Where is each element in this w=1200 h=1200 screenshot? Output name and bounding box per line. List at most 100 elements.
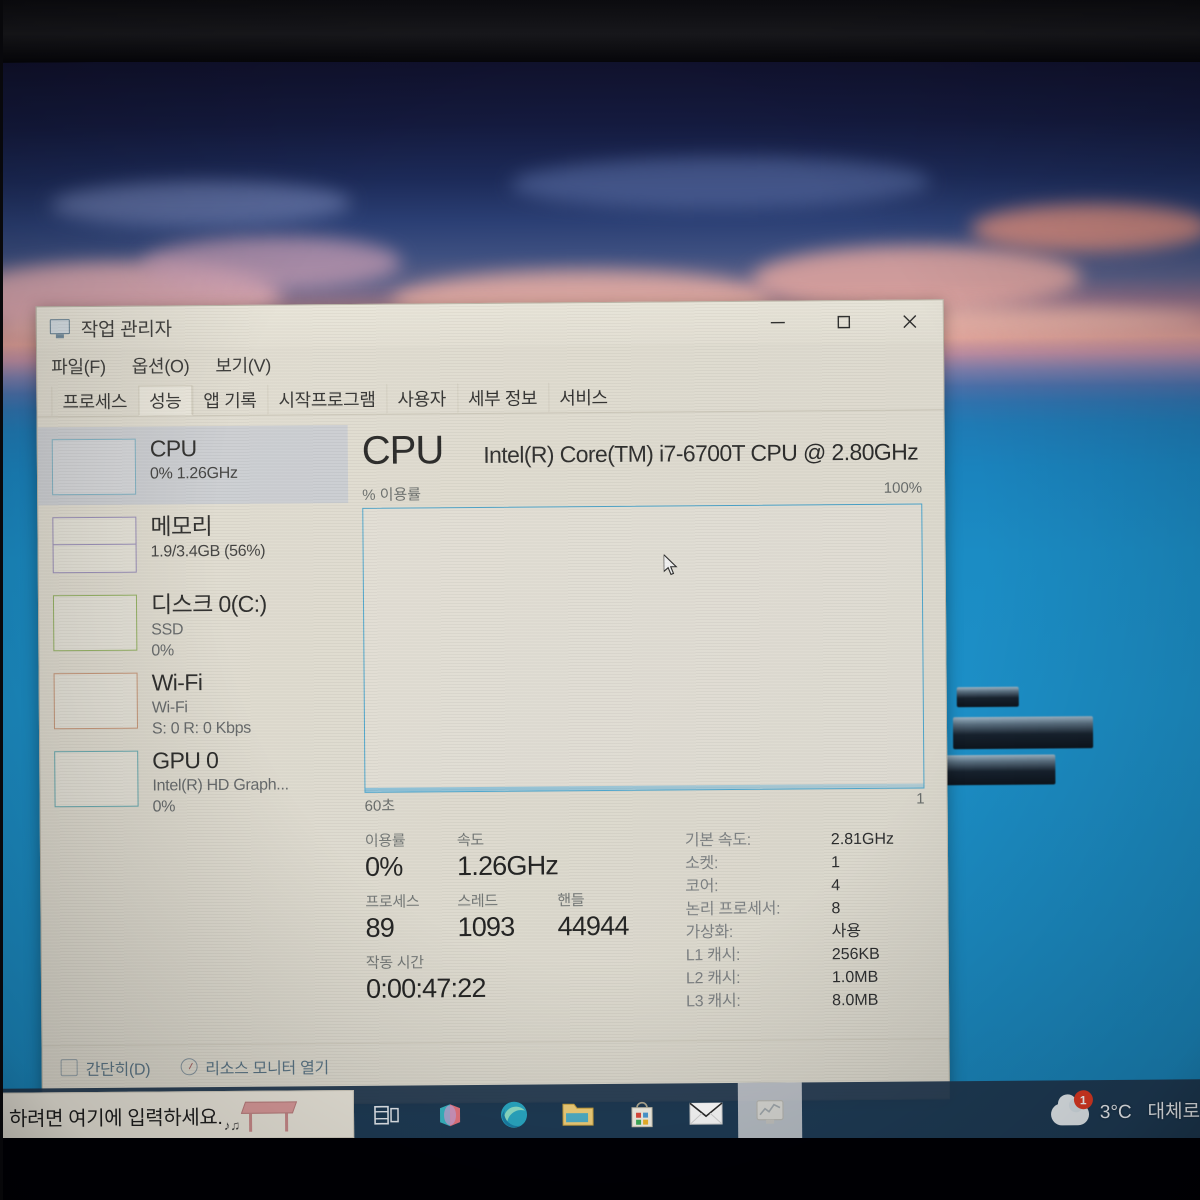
tab-performance[interactable]: 성능 xyxy=(137,385,193,416)
monitor-photo: 작업 관리자 파일(F) 옵션(O) 보기(V) 프로세스 성능 앱 기록 시작… xyxy=(0,0,1200,1200)
weather-widget[interactable]: 1 3°C 대체로 xyxy=(1050,1090,1200,1127)
sidebar-disk-title: 디스크 0(C:) xyxy=(150,590,267,618)
wifi-thumbnail-graph xyxy=(53,672,138,730)
tab-users[interactable]: 사용자 xyxy=(386,383,458,414)
gpu-thumbnail-graph xyxy=(54,750,139,808)
spec-key: 가상화: xyxy=(685,924,734,942)
utilization-label: 이용률 xyxy=(364,832,406,850)
fewer-details-label: 간단히(D) xyxy=(85,1061,151,1079)
utilization-value: 0% xyxy=(364,851,403,882)
sidebar-disk-sub2: 0% xyxy=(151,642,174,660)
threads-label: 스레드 xyxy=(457,892,498,911)
sidebar-item-memory[interactable]: 메모리 1.9/3.4GB (56%) xyxy=(38,503,349,583)
graph-axis-top: % 이용률 100% xyxy=(362,479,922,504)
spec-value: 8.0MB xyxy=(832,992,879,1010)
cloud-shape xyxy=(510,155,931,211)
tab-app-history[interactable]: 앱 기록 xyxy=(192,384,268,416)
office-teams-icon[interactable] xyxy=(418,1085,482,1146)
monitor-bezel-top xyxy=(0,0,1200,62)
window-controls xyxy=(745,300,943,344)
cpu-stats-area: 이용률 0% 속도 1.26GHz 프로세스 89 스레드 1093 핸들 44… xyxy=(365,825,926,1016)
graph-x-left: 60초 xyxy=(364,797,396,815)
monitor-bezel-bottom xyxy=(0,1138,1200,1200)
mail-icon[interactable] xyxy=(674,1083,738,1144)
fewer-details-button[interactable]: 간단히(D) xyxy=(60,1055,151,1080)
pier-shape xyxy=(952,716,1094,750)
menu-view[interactable]: 보기(V) xyxy=(215,352,271,378)
close-button[interactable] xyxy=(877,300,943,343)
taskbar-search-text: 하려면 여기에 입력하세요. xyxy=(8,1106,223,1131)
tab-startup[interactable]: 시작프로그램 xyxy=(267,383,387,415)
spec-value: 8 xyxy=(831,900,841,918)
performance-detail-panel: CPU Intel(R) Core(TM) i7-6700T CPU @ 2.8… xyxy=(348,410,949,1043)
piano-icon xyxy=(240,1097,298,1132)
weather-temperature: 3°C xyxy=(1099,1101,1132,1123)
spec-value: 4 xyxy=(831,877,841,895)
spec-value: 1 xyxy=(830,854,841,872)
spec-row: L1 캐시: 256KB xyxy=(686,943,926,968)
window-body: CPU 0% 1.26GHz 메모리 1.9/3.4GB (56%) 디스크 0… xyxy=(37,410,949,1045)
spec-key: 논리 프로세서: xyxy=(685,900,781,919)
minimize-button[interactable] xyxy=(745,301,811,344)
spec-row: L2 캐시: 1.0MB xyxy=(686,966,926,991)
disk-thumbnail-graph xyxy=(52,594,138,652)
sidebar-item-gpu[interactable]: GPU 0 Intel(R) HD Graph... 0% xyxy=(40,737,351,817)
sidebar-disk-sub1: SSD xyxy=(151,621,184,639)
graph-y-max: 100% xyxy=(883,479,923,497)
task-manager-window[interactable]: 작업 관리자 파일(F) 옵션(O) 보기(V) 프로세스 성능 앱 기록 시작… xyxy=(35,299,950,1107)
monitor-bezel-left xyxy=(0,0,3,1200)
handles-value: 44944 xyxy=(557,910,629,942)
window-title: 작업 관리자 xyxy=(80,318,172,341)
edge-browser-icon[interactable] xyxy=(482,1084,546,1145)
menu-file[interactable]: 파일(F) xyxy=(51,353,106,379)
sidebar-cpu-sub: 0% 1.26GHz xyxy=(149,464,238,483)
tab-services[interactable]: 서비스 xyxy=(548,381,619,413)
spec-row: 기본 속도: 2.81GHz xyxy=(685,827,925,852)
graph-x-right: 1 xyxy=(916,790,925,808)
processes-value: 89 xyxy=(365,912,395,943)
sidebar-gpu-title: GPU 0 xyxy=(152,747,219,774)
tab-details[interactable]: 세부 정보 xyxy=(456,382,549,414)
open-resource-monitor-link[interactable]: 리소스 모니터 열기 xyxy=(180,1054,329,1079)
threads-value: 1093 xyxy=(457,911,515,943)
file-explorer-icon[interactable] xyxy=(546,1084,610,1145)
sidebar-item-cpu[interactable]: CPU 0% 1.26GHz xyxy=(37,424,349,506)
sidebar-memory-sub: 1.9/3.4GB (56%) xyxy=(150,542,266,561)
menu-options[interactable]: 옵션(O) xyxy=(132,352,190,378)
spec-row: 소켓: 1 xyxy=(685,850,925,875)
spec-key: 기본 속도: xyxy=(684,831,751,850)
pier-shape xyxy=(956,686,1019,708)
speed-value: 1.26GHz xyxy=(456,850,559,882)
cpu-model-name: Intel(R) Core(TM) i7-6700T CPU @ 2.80GHz xyxy=(483,438,919,468)
spec-value: 2.81GHz xyxy=(830,830,895,849)
spec-row: 논리 프로세서: 8 xyxy=(685,897,925,922)
handles-label: 핸들 xyxy=(557,892,585,910)
task-view-icon xyxy=(374,1105,399,1125)
resource-monitor-label: 리소스 모니터 열기 xyxy=(205,1059,329,1078)
sidebar-memory-title: 메모리 xyxy=(150,513,213,540)
cpu-utilization-graph[interactable] xyxy=(362,503,925,793)
spec-row: L3 캐시: 8.0MB xyxy=(686,989,926,1014)
speed-label: 속도 xyxy=(456,831,484,850)
mouse-cursor-icon xyxy=(663,554,678,576)
taskbar-app-icons xyxy=(418,1082,803,1146)
sidebar-item-disk[interactable]: 디스크 0(C:) SSD 0% xyxy=(39,581,350,661)
resource-sidebar: CPU 0% 1.26GHz 메모리 1.9/3.4GB (56%) 디스크 0… xyxy=(37,415,353,1045)
sidebar-gpu-sub1: Intel(R) HD Graph... xyxy=(152,776,289,795)
cpu-primary-stats: 이용률 0% 속도 1.26GHz 프로세스 89 스레드 1093 핸들 44… xyxy=(365,827,666,1016)
maximize-button[interactable] xyxy=(811,301,877,344)
tab-processes[interactable]: 프로세스 xyxy=(51,385,139,417)
task-view-button[interactable] xyxy=(358,1085,416,1145)
search-decoration: ♪♫ xyxy=(224,1097,298,1133)
spec-value: 1.0MB xyxy=(831,969,879,987)
cloud-weather-icon: 1 xyxy=(1050,1090,1093,1127)
cloud-shape xyxy=(970,203,1200,254)
task-manager-taskbar-icon[interactable] xyxy=(737,1082,803,1143)
screen-area: 작업 관리자 파일(F) 옵션(O) 보기(V) 프로세스 성능 앱 기록 시작… xyxy=(0,53,1200,1149)
microsoft-store-icon[interactable] xyxy=(610,1083,674,1144)
spec-row: 코어: 4 xyxy=(685,874,925,899)
taskbar-search-box[interactable]: 하려면 여기에 입력하세요. ♪♫ xyxy=(0,1089,355,1142)
processes-label: 프로세스 xyxy=(365,893,420,911)
cpu-heading-row: CPU Intel(R) Core(TM) i7-6700T CPU @ 2.8… xyxy=(362,424,922,473)
sidebar-item-wifi[interactable]: Wi-Fi Wi-Fi S: 0 R: 0 Kbps xyxy=(39,659,350,739)
